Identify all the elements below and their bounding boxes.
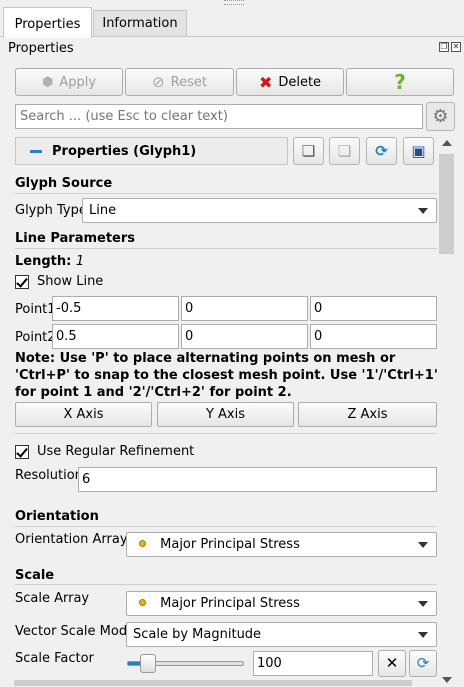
resolution-field[interactable]: 6 (78, 467, 437, 492)
point2-label: Point2 (15, 330, 56, 345)
scale-factor-label: Scale Factor (15, 651, 94, 666)
glyph-type-select[interactable]: Line (82, 198, 437, 223)
panel-title: Properties (8, 41, 74, 56)
point1-x-field[interactable]: -0.5 (52, 296, 179, 321)
orientation-array-value: Major Principal Stress (160, 537, 300, 552)
glyph-type-value: Line (89, 203, 117, 218)
show-line-label: Show Line (37, 274, 104, 289)
point2-x-field[interactable]: 0.5 (52, 324, 179, 349)
resolution-label: Resolution (15, 468, 83, 483)
tab-information[interactable]: Information (93, 10, 187, 37)
vector-scale-mode-value: Scale by Magnitude (133, 627, 262, 642)
divider (15, 433, 437, 434)
copy-icon[interactable]: ❏ (293, 137, 324, 165)
use-regular-refinement-label: Use Regular Refinement (37, 444, 195, 459)
delete-icon: ✖ (258, 72, 273, 92)
scroll-down-icon[interactable] (442, 677, 452, 683)
checkbox-check-icon[interactable] (15, 444, 29, 459)
scale-array-label: Scale Array (15, 591, 90, 606)
vector-scale-mode-select[interactable]: Scale by Magnitude (126, 622, 437, 647)
chevron-down-icon (418, 601, 428, 607)
orientation-array-select[interactable]: Major Principal Stress (126, 532, 437, 557)
orientation-title: Orientation (15, 509, 99, 524)
chevron-down-icon (418, 542, 428, 548)
point1-z-field[interactable]: 0 (310, 296, 437, 321)
scale-title: Scale (15, 568, 55, 583)
help-button[interactable]: ? (346, 68, 454, 96)
tab-properties[interactable]: Properties (3, 7, 92, 38)
scroll-thumb[interactable] (439, 154, 454, 254)
divider (15, 584, 437, 585)
horizontal-scrollbar[interactable] (0, 679, 438, 687)
use-regular-refinement-checkbox[interactable]: Use Regular Refinement (15, 444, 194, 459)
scale-array-value: Major Principal Stress (160, 596, 300, 611)
reset-button[interactable]: ⊘ Reset (125, 68, 234, 96)
point1-label: Point1 (15, 302, 56, 317)
gear-icon[interactable]: ⚙ (426, 102, 455, 131)
divider (15, 248, 437, 249)
point-data-icon (139, 599, 146, 606)
point-data-icon (139, 540, 146, 547)
delete-button[interactable]: ✖ Delete (236, 68, 344, 96)
reset-range-icon[interactable]: ✕ (378, 650, 406, 677)
paste-icon[interactable]: ❏ (329, 137, 360, 165)
apply-button[interactable]: ⬢ Apply (15, 68, 123, 96)
orientation-array-label: Orientation Array (15, 532, 128, 547)
point-placement-note: Note: Use 'P' to place alternating point… (15, 351, 438, 400)
z-axis-button[interactable]: Z Axis (298, 402, 437, 427)
point2-y-field[interactable]: 0 (181, 324, 308, 349)
chevron-down-icon (418, 208, 428, 214)
slider-handle[interactable] (140, 654, 156, 673)
properties-header-label: Properties (Glyph1) (52, 143, 197, 159)
close-icon[interactable]: ✕ (451, 42, 461, 52)
scroll-up-icon[interactable] (442, 140, 452, 146)
point1-y-field[interactable]: 0 (181, 296, 308, 321)
glyph-source-title: Glyph Source (15, 176, 113, 191)
point2-z-field[interactable]: 0 (310, 324, 437, 349)
apply-label: Apply (59, 74, 97, 90)
chevron-down-icon (418, 632, 428, 638)
save-icon[interactable]: ▣ (403, 137, 434, 165)
dock-grip[interactable] (224, 0, 244, 5)
checkbox-check-icon[interactable] (15, 274, 29, 289)
divider (15, 193, 437, 194)
show-line-checkbox[interactable]: Show Line (15, 274, 103, 289)
vector-scale-mode-label: Vector Scale Mode (15, 624, 136, 639)
length-value: 1 (75, 254, 85, 269)
scale-factor-field[interactable]: 100 (253, 651, 373, 676)
delete-label: Delete (278, 74, 322, 90)
glyph-type-label: Glyph Type (15, 203, 87, 218)
divider (15, 526, 437, 527)
x-axis-button[interactable]: X Axis (15, 402, 152, 427)
y-axis-button[interactable]: Y Axis (157, 402, 294, 427)
tab-bar: Properties Information (0, 6, 464, 38)
hscroll-thumb[interactable] (14, 680, 412, 686)
vertical-scrollbar[interactable] (438, 136, 455, 687)
properties-section-header[interactable]: Properties (Glyph1) (15, 137, 288, 165)
collapse-icon[interactable] (30, 149, 42, 153)
length-label: Length: 1 (15, 254, 85, 269)
scale-array-select[interactable]: Major Principal Stress (126, 591, 437, 616)
reload-icon[interactable]: ⟳ (409, 650, 437, 677)
action-toolbar: ⬢ Apply ⊘ Reset ✖ Delete ? (15, 68, 454, 96)
dock-buttons: ❐ ✕ (439, 42, 461, 52)
reset-label: Reset (170, 74, 207, 90)
help-icon: ? (394, 70, 406, 94)
reset-icon: ⊘ (152, 73, 165, 91)
line-parameters-title: Line Parameters (15, 231, 136, 246)
float-icon[interactable]: ❐ (439, 42, 449, 52)
reload-icon[interactable]: ⟳ (366, 137, 397, 165)
apply-icon: ⬢ (41, 74, 54, 90)
search-input[interactable] (15, 104, 423, 129)
